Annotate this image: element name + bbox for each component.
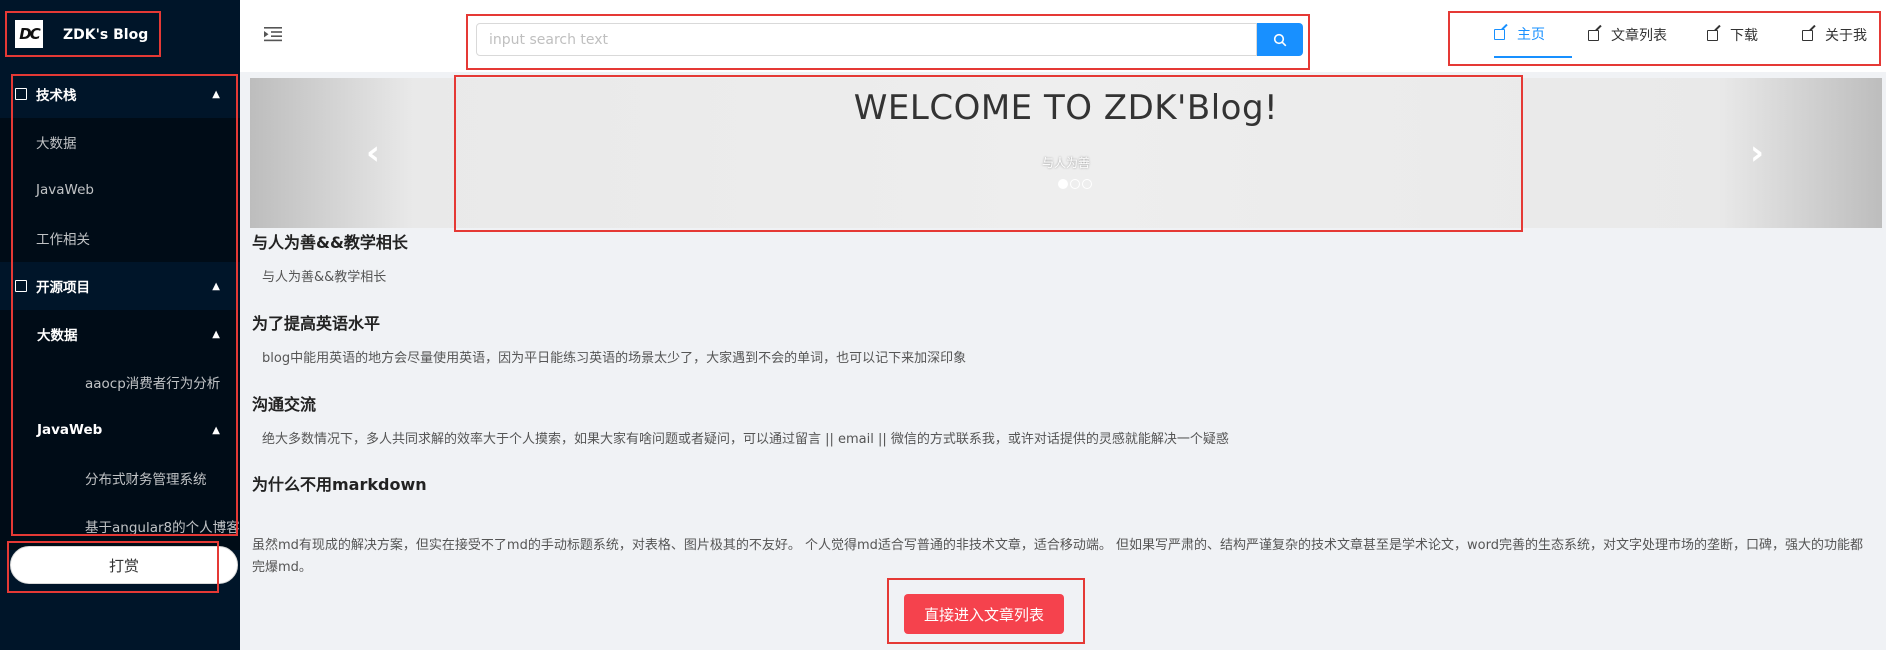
carousel: WELCOME TO ZDK'Blog! 与人为善 ‹ ›: [250, 78, 1882, 228]
menu-fold-icon[interactable]: [264, 26, 282, 42]
logo-area[interactable]: DC ZDK's Blog: [5, 11, 161, 57]
menu-subgroup-bigdata[interactable]: 大数据 ▲: [0, 310, 240, 358]
section-title: 为了提高英语水平: [252, 314, 381, 333]
menu-label: 工作相关: [36, 232, 90, 248]
nav-about[interactable]: 关于我: [1802, 12, 1867, 58]
carousel-dot[interactable]: [1082, 179, 1092, 189]
menu-label: 大数据: [36, 136, 77, 152]
nav-label: 关于我: [1825, 28, 1867, 44]
edit-icon: [1802, 29, 1813, 41]
menu-group-open-source[interactable]: 开源项目 ▲: [0, 262, 240, 310]
search-button[interactable]: [1257, 23, 1303, 56]
menu-item-javaweb[interactable]: JavaWeb: [0, 166, 240, 214]
menu-item-finance-system[interactable]: 分布式财务管理系统: [0, 454, 240, 502]
nav-article-list[interactable]: 文章列表: [1588, 12, 1667, 58]
main-content: WELCOME TO ZDK'Blog! 与人为善 ‹ › 与人为善&&教学相长…: [240, 72, 1886, 650]
nav-label: 下载: [1730, 28, 1758, 44]
enter-article-list-button[interactable]: 直接进入文章列表: [904, 594, 1064, 634]
chevron-up-icon: ▲: [212, 328, 220, 340]
menu-label: 大数据: [37, 328, 78, 344]
search-icon: [1273, 33, 1287, 46]
section-title: 为什么不用markdown: [252, 475, 427, 494]
menu-label: JavaWeb: [37, 422, 103, 438]
menu-item-work[interactable]: 工作相关: [0, 214, 240, 262]
chevron-up-icon: ▲: [212, 88, 220, 100]
sidebar: DC ZDK's Blog 技术栈 ▲ 大数据 JavaWeb 工作相关 开源项…: [0, 0, 240, 650]
nav-label: 文章列表: [1611, 28, 1667, 44]
menu-label: aaocp消费者行为分析: [85, 376, 221, 392]
carousel-caption: 与人为善: [1041, 156, 1090, 170]
carousel-dot[interactable]: [1058, 179, 1068, 189]
carousel-dot[interactable]: [1070, 179, 1080, 189]
edit-icon: [15, 280, 27, 292]
menu-subgroup-javaweb[interactable]: JavaWeb ▲: [0, 406, 240, 454]
menu-group-tech-stack[interactable]: 技术栈 ▲: [0, 70, 240, 118]
site-title: ZDK's Blog: [63, 27, 149, 43]
section-text: 与人为善&&教学相长: [262, 270, 387, 285]
menu-label: 基于angular8的个人博客: [85, 520, 240, 536]
menu-label: 分布式财务管理系统: [85, 472, 207, 488]
carousel-prev-icon[interactable]: ‹: [366, 133, 380, 173]
edit-icon: [15, 88, 27, 100]
logo-icon: DC: [15, 20, 43, 48]
edit-icon: [1707, 29, 1718, 41]
section-title: 沟通交流: [252, 395, 317, 414]
sidebar-menu: 技术栈 ▲ 大数据 JavaWeb 工作相关 开源项目 ▲ 大数据 ▲ aaoc…: [0, 70, 240, 550]
carousel-title: WELCOME TO ZDK'Blog!: [853, 88, 1279, 128]
menu-label: JavaWeb: [36, 182, 94, 198]
edit-icon: [1494, 28, 1505, 40]
section-text: blog中能用英语的地方会尽量使用英语，因为平日能练习英语的场景太少了，大家遇到…: [262, 351, 967, 366]
chevron-up-icon: ▲: [212, 424, 220, 436]
menu-label: 开源项目: [36, 280, 90, 296]
menu-item-angular-blog[interactable]: 基于angular8的个人博客: [0, 502, 240, 550]
donate-button[interactable]: 打赏: [10, 546, 238, 584]
carousel-dots: [1058, 179, 1092, 189]
section-text: 绝大多数情况下，多人共同求解的效率大于个人摸索，如果大家有啥问题或者疑问，可以通…: [262, 432, 1229, 447]
chevron-up-icon: ▲: [212, 280, 220, 292]
menu-label: 技术栈: [36, 88, 77, 104]
menu-item-aaocp[interactable]: aaocp消费者行为分析: [0, 358, 240, 406]
section-title: 与人为善&&教学相长: [252, 233, 408, 252]
nav-download[interactable]: 下载: [1707, 12, 1758, 58]
carousel-next-icon[interactable]: ›: [1750, 133, 1764, 173]
header: 主页 文章列表 下载 关于我: [240, 0, 1886, 73]
menu-item-bigdata[interactable]: 大数据: [0, 118, 240, 166]
section-text: 虽然md有现成的解决方案，但实在接受不了md的手动标题系统，对表格、图片极其的不…: [252, 538, 1863, 575]
nav-label: 主页: [1517, 27, 1545, 43]
edit-icon: [1588, 29, 1599, 41]
search-input[interactable]: [476, 23, 1257, 56]
nav-home[interactable]: 主页: [1494, 12, 1572, 58]
